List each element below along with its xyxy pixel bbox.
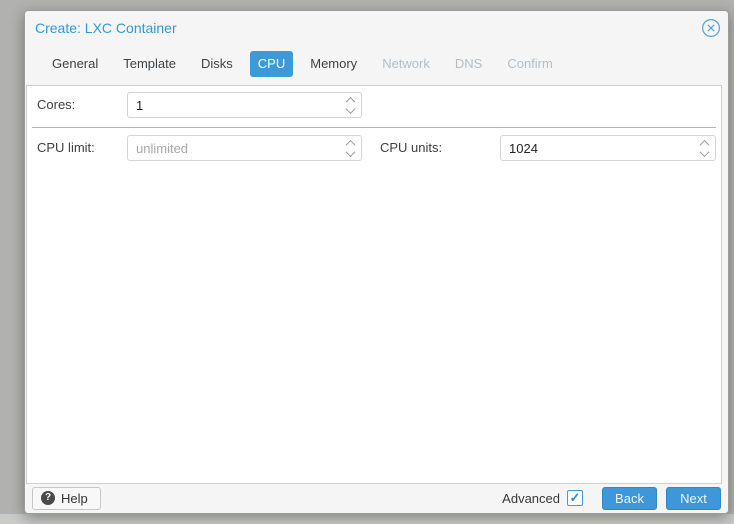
cpu-limit-spinner-buttons[interactable]	[339, 136, 361, 160]
spinner-down-icon[interactable]	[699, 146, 709, 157]
tab-dns: DNS	[454, 56, 483, 71]
next-button[interactable]: Next	[666, 486, 721, 510]
tab-confirm: Confirm	[507, 56, 553, 71]
advanced-label: Advanced	[502, 490, 560, 506]
cpu-units-spinner-buttons[interactable]	[693, 136, 715, 160]
cores-spinner-field	[127, 92, 362, 118]
dialog-footer: ? Help Advanced ✓ Back Next	[25, 483, 728, 513]
tab-template[interactable]: Template	[115, 51, 184, 77]
tab-cpu[interactable]: CPU	[249, 51, 294, 77]
help-button-label: Help	[61, 490, 88, 506]
tab-memory[interactable]: Memory	[302, 51, 365, 77]
row-separator	[32, 127, 716, 128]
page-background-strip	[0, 514, 734, 524]
cores-label: Cores:	[37, 97, 76, 112]
dialog-tabbar: General Template Disks CPU Memory Network DNS C…	[44, 51, 570, 77]
tab-general[interactable]: General	[44, 51, 106, 77]
cores-spinner-buttons[interactable]	[339, 93, 361, 117]
tab-network: Network	[382, 56, 430, 71]
spinner-down-icon[interactable]	[345, 103, 355, 114]
spinner-down-icon[interactable]	[345, 146, 355, 157]
help-button[interactable]: ? Help	[32, 486, 101, 510]
dialog-title: Create: LXC Container	[35, 20, 177, 36]
cpu-limit-input[interactable]	[128, 136, 339, 160]
footer-right-group: Advanced ✓ Back Next	[502, 486, 721, 510]
back-button[interactable]: Back	[602, 486, 657, 510]
cpu-limit-label: CPU limit:	[37, 140, 95, 155]
question-icon: ?	[41, 491, 55, 505]
cpu-tab-panel: Cores: CPU limit: CPU units:	[26, 85, 722, 484]
cpu-limit-spinner-field	[127, 135, 362, 161]
tab-disks[interactable]: Disks	[193, 51, 241, 77]
close-circle-icon	[701, 18, 721, 38]
cpu-units-label: CPU units:	[380, 140, 443, 155]
create-lxc-container-dialog: Create: LXC Container General Template Dis…	[24, 10, 729, 514]
close-button[interactable]	[701, 18, 721, 38]
advanced-checkbox[interactable]: ✓	[567, 490, 583, 506]
cpu-units-input[interactable]	[501, 136, 693, 160]
cpu-units-spinner-field	[500, 135, 716, 161]
cores-input[interactable]	[128, 93, 339, 117]
